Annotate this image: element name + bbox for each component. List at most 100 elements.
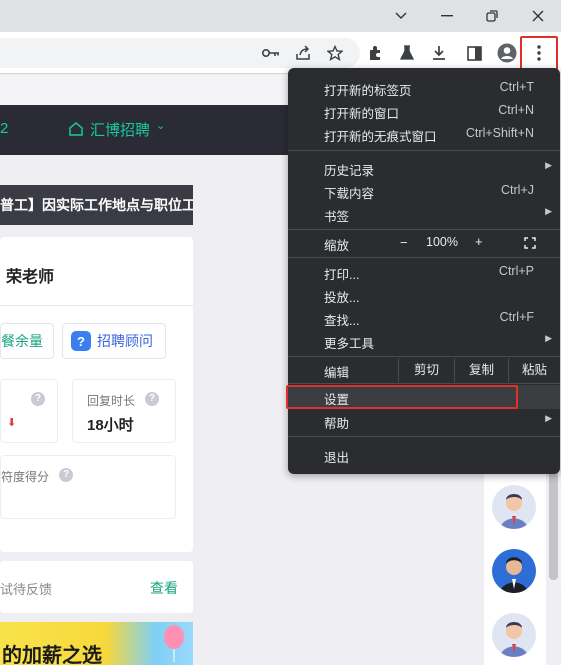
- cut-button[interactable]: 剪切: [398, 358, 454, 382]
- avatar-portrait-icon: [500, 557, 528, 593]
- profile-icon: [497, 43, 517, 63]
- share-icon: [296, 45, 310, 60]
- menu-item-zoom: 缩放: [288, 231, 560, 254]
- labs-flask-icon: [400, 45, 414, 60]
- advisor-avatar[interactable]: [492, 485, 536, 529]
- menu-label: 投放...: [324, 291, 360, 305]
- question-icon: ?: [71, 331, 91, 351]
- minimize-button[interactable]: [424, 0, 470, 32]
- chevron-down-icon[interactable]: ⌄: [156, 119, 165, 132]
- menu-label: 帮助: [324, 417, 350, 431]
- menu-item-more-tools[interactable]: 更多工具 ▶: [288, 329, 560, 352]
- menu-item-help[interactable]: 帮助 ▶: [288, 409, 560, 432]
- minimize-icon: [441, 15, 453, 17]
- match-score-label: 符度得分: [1, 470, 50, 484]
- zoom-in-button[interactable]: +: [475, 234, 483, 257]
- arrow-down-icon: ⬇: [7, 417, 17, 429]
- brand-link[interactable]: 汇博招聘: [90, 119, 150, 140]
- menu-separator: [288, 257, 560, 258]
- close-icon: [532, 10, 544, 22]
- star-icon: [327, 45, 343, 61]
- extensions-button[interactable]: [362, 40, 388, 66]
- share-button[interactable]: [290, 40, 316, 66]
- menu-shortcut: Ctrl+Shift+N: [465, 126, 534, 140]
- match-score-box: 符度得分 ?: [0, 455, 176, 519]
- divider: [0, 305, 193, 306]
- menu-label: 历史记录: [324, 164, 375, 178]
- chevron-right-icon: ▶: [545, 413, 552, 423]
- restore-button[interactable]: [469, 0, 515, 32]
- menu-separator: [288, 356, 560, 357]
- advisor-avatar[interactable]: [492, 549, 536, 593]
- menu-item-bookmarks[interactable]: 书签 ▶: [288, 202, 560, 225]
- menu-label: 书签: [324, 210, 350, 224]
- restore-icon: [486, 10, 498, 22]
- job-notice-banner[interactable]: 普工】因实际工作地点与职位工: [0, 185, 193, 225]
- menu-label: 打开新的无痕式窗口: [324, 130, 437, 144]
- promo-text: 的加薪之选: [2, 645, 102, 665]
- menu-label: 打开新的窗口: [324, 107, 400, 121]
- menu-item-exit[interactable]: 退出: [288, 443, 560, 466]
- bookmark-star-button[interactable]: [322, 40, 348, 66]
- zoom-out-button[interactable]: −: [400, 235, 408, 258]
- recruit-advisor-label: 招聘顾问: [97, 333, 153, 349]
- paste-button[interactable]: 粘贴: [508, 358, 560, 382]
- promo-banner[interactable]: 的加薪之选: [0, 622, 193, 665]
- advisor-avatar[interactable]: [492, 613, 536, 657]
- browser-title-bar: [0, 0, 561, 32]
- profile-button[interactable]: [494, 40, 520, 66]
- home-icon: [69, 122, 83, 136]
- menu-label: 下载内容: [324, 187, 375, 201]
- stat-box-left: ? ⬇: [0, 379, 58, 443]
- labs-button[interactable]: [394, 40, 420, 66]
- recruiter-name: 荣老师: [6, 269, 55, 286]
- balloon-icon: [164, 625, 184, 662]
- menu-label: 查找...: [324, 314, 360, 328]
- header-number: 2: [0, 120, 9, 137]
- close-window-button[interactable]: [515, 0, 561, 32]
- menu-shortcut: Ctrl+N: [498, 103, 534, 117]
- menu-item-new-tab[interactable]: 打开新的标签页 Ctrl+T: [288, 76, 560, 99]
- menu-item-history[interactable]: 历史记录 ▶: [288, 156, 560, 179]
- help-icon[interactable]: ?: [31, 392, 45, 406]
- recruiter-card: 荣老师 餐余量 ? 招聘顾问 ? ⬇ 回复时长 ? 18小时 符度得分 ?: [0, 237, 193, 552]
- menu-separator: [288, 383, 560, 384]
- menu-separator: [288, 436, 560, 437]
- menu-label: 打印...: [324, 268, 360, 282]
- recruit-advisor-pill[interactable]: ? 招聘顾问: [62, 323, 166, 359]
- copy-button[interactable]: 复制: [454, 358, 508, 382]
- menu-shortcut: Ctrl+J: [501, 183, 534, 197]
- menu-item-downloads[interactable]: 下载内容 Ctrl+J: [288, 179, 560, 202]
- help-icon[interactable]: ?: [145, 392, 159, 406]
- menu-label: 退出: [324, 451, 350, 465]
- menu-item-print[interactable]: 打印... Ctrl+P: [288, 260, 560, 283]
- reply-time-value: 18小时: [87, 417, 134, 434]
- menu-shortcut: Ctrl+T: [499, 80, 534, 94]
- download-icon: [433, 46, 445, 60]
- avatar-portrait-icon: [500, 494, 528, 529]
- menu-label: 缩放: [324, 239, 350, 253]
- side-panel-icon: [466, 45, 482, 61]
- menu-item-cast[interactable]: 投放...: [288, 283, 560, 306]
- menu-label: 编辑: [324, 366, 350, 380]
- menu-item-new-window[interactable]: 打开新的窗口 Ctrl+N: [288, 99, 560, 122]
- view-link[interactable]: 查看: [150, 578, 178, 598]
- password-key-button[interactable]: [258, 40, 284, 66]
- downloads-button[interactable]: [426, 40, 452, 66]
- menu-separator: [288, 150, 560, 151]
- avatar-portrait-icon: [500, 622, 528, 657]
- key-icon: [262, 49, 279, 57]
- side-panel-button[interactable]: [461, 40, 487, 66]
- interview-feedback-card: 试待反馈 查看: [0, 561, 193, 613]
- menu-label: 打开新的标签页: [324, 84, 412, 98]
- menu-item-incognito[interactable]: 打开新的无痕式窗口 Ctrl+Shift+N: [288, 122, 560, 145]
- menu-item-find[interactable]: 查找... Ctrl+F: [288, 306, 560, 329]
- chrome-main-menu: 打开新的标签页 Ctrl+T 打开新的窗口 Ctrl+N 打开新的无痕式窗口 C…: [288, 68, 560, 474]
- package-balance-pill[interactable]: 餐余量: [0, 323, 54, 359]
- reply-time-box: 回复时长 ? 18小时: [72, 379, 176, 443]
- tab-search-button[interactable]: [378, 0, 424, 32]
- menu-shortcut: Ctrl+P: [498, 264, 534, 278]
- fullscreen-icon[interactable]: [524, 237, 536, 249]
- help-icon[interactable]: ?: [59, 468, 73, 482]
- chevron-right-icon: ▶: [545, 206, 552, 216]
